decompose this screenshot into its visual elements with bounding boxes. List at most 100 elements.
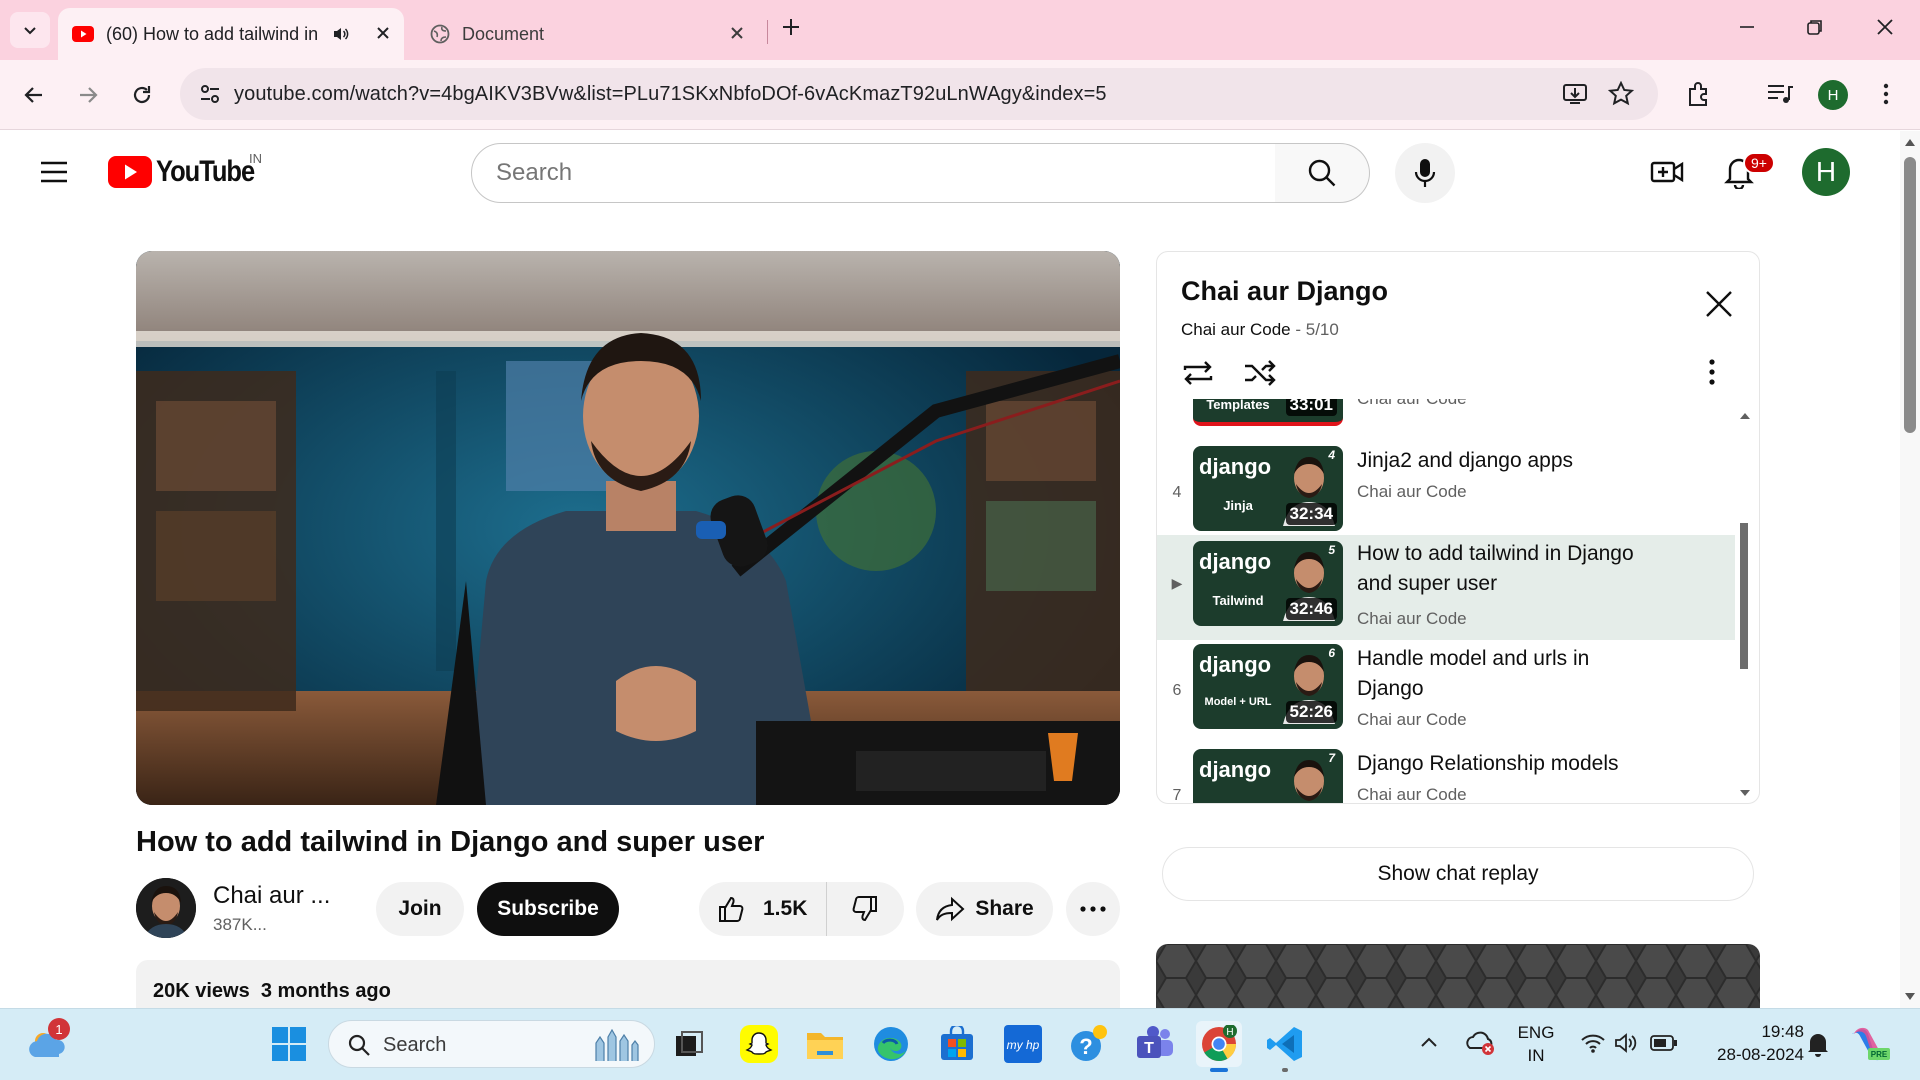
subscriber-count: 387K... [213,915,267,934]
install-app-icon[interactable] [1562,82,1588,106]
hamburger-menu-icon[interactable] [40,160,68,184]
item-index: 6 [1172,682,1182,699]
bookmark-star-icon[interactable] [1608,81,1634,107]
store-icon [941,1026,973,1060]
chrome-active-indicator [1210,1068,1228,1072]
minimize-icon[interactable] [1738,18,1756,36]
item-channel: Chai aur Code [1357,399,1467,409]
item-index: 4 [1172,484,1182,501]
show-hidden-icons-chevron-icon[interactable] [1420,1036,1438,1048]
language-indicator[interactable]: ENG [1516,1023,1556,1043]
channel-name[interactable]: Chai aur ... [213,882,330,910]
browser-menu-icon[interactable] [1876,82,1896,106]
url-text: youtube.com/watch?v=4bgAIKV3BVw&list=PLu… [234,83,1107,105]
restore-icon[interactable] [1806,18,1824,36]
close-window-icon[interactable] [1876,18,1894,36]
playlist-item[interactable]: 4 django Jinja 4 32:34 Jinja2 and django… [1157,442,1735,547]
close-playlist-icon[interactable] [1704,289,1734,319]
new-tab-icon[interactable] [780,16,802,38]
vscode-app[interactable] [1262,1021,1308,1067]
microsoft-store-app[interactable] [934,1021,980,1067]
speaker-icon[interactable] [332,25,350,43]
close-tab-icon[interactable] [730,26,744,40]
extensions-icon[interactable] [1686,81,1712,107]
clock-date[interactable]: 28-08-2024 [1692,1045,1804,1065]
more-actions-button[interactable] [1066,882,1120,936]
subscribe-button[interactable]: Subscribe [477,882,619,936]
account-avatar[interactable]: H [1802,148,1850,196]
scroll-up-arrow-icon[interactable] [1905,139,1915,146]
create-video-icon[interactable] [1650,157,1684,187]
scroll-down-arrow-icon[interactable] [1905,993,1915,1000]
teams-app[interactable]: T [1132,1021,1178,1067]
tab-youtube[interactable]: (60) How to add tailwind in [58,8,404,60]
loop-icon[interactable] [1181,358,1215,388]
item-title: How to add tailwind in Django and super … [1357,542,1634,595]
dislike-button[interactable] [827,882,903,936]
item-title: Django Relationship models [1357,752,1619,775]
join-button[interactable]: Join [376,882,464,936]
file-explorer-app[interactable] [802,1021,848,1067]
playlist-item[interactable]: Templates 33:01 Chai aur Code [1157,399,1735,442]
close-tab-icon[interactable] [376,26,390,40]
voice-search-button[interactable] [1395,143,1455,203]
notifications-icon[interactable] [1806,1031,1830,1057]
task-view-button[interactable] [666,1021,712,1067]
edge-app[interactable] [868,1021,914,1067]
region-indicator[interactable]: IN [1516,1046,1556,1066]
video-duration: 52:26 [1285,701,1337,723]
start-button[interactable] [266,1021,312,1067]
playlist-channel[interactable]: Chai aur Code [1181,320,1291,339]
share-button[interactable]: Share [916,882,1053,936]
site-info-icon[interactable] [198,82,222,106]
playlist-title[interactable]: Chai aur Django [1181,276,1388,307]
playlist-item[interactable]: 7 django 7 Django Relationship models Ch… [1157,745,1735,803]
shuffle-icon[interactable] [1243,358,1277,388]
back-icon[interactable] [22,83,46,107]
country-code: IN [249,151,262,166]
video-player[interactable] [136,251,1120,805]
tab-document[interactable]: Document [418,8,758,60]
volume-icon[interactable] [1614,1032,1638,1054]
globe-icon [430,24,450,44]
scroll-up-arrow-icon[interactable] [1739,412,1751,420]
playlist-item-current[interactable]: ▶ django Tailwind 5 32:46 How to add tai… [1157,535,1735,640]
search-button[interactable] [1275,143,1370,203]
edge-icon [874,1027,908,1061]
thumbnail-topic: Tailwind [1212,593,1264,608]
address-bar[interactable]: youtube.com/watch?v=4bgAIKV3BVw&list=PLu… [180,68,1658,120]
channel-avatar[interactable] [136,878,196,938]
playlist-thumbnail: django 7 [1193,749,1343,803]
like-button[interactable]: 1.5K [699,882,827,936]
battery-icon[interactable] [1650,1034,1678,1052]
reload-icon[interactable] [130,83,154,107]
taskbar-search[interactable]: Search [328,1020,655,1068]
chrome-app[interactable]: H [1196,1021,1242,1067]
teams-icon: T [1137,1026,1173,1058]
wifi-icon[interactable] [1580,1032,1606,1054]
page-scrollbar-thumb[interactable] [1904,157,1916,433]
youtube-logo[interactable]: YouTube [108,155,271,189]
search-box[interactable] [471,143,1276,203]
copilot-icon[interactable]: PRE [1850,1026,1890,1062]
forward-icon[interactable] [76,83,100,107]
playlist-scrollbar-thumb[interactable] [1740,523,1748,669]
snapchat-app[interactable] [736,1021,782,1067]
scroll-down-arrow-icon[interactable] [1739,789,1751,797]
myhp-app[interactable]: my hp [1000,1021,1046,1067]
browser-profile-avatar[interactable]: H [1818,80,1848,110]
onedrive-error-icon[interactable] [1466,1030,1496,1056]
search-input[interactable] [496,157,1236,189]
page-scrollbar[interactable] [1900,131,1920,1009]
get-help-app[interactable]: ? [1066,1021,1112,1067]
playlist-more-icon[interactable] [1708,358,1716,386]
thumbnail-topic: Jinja [1223,498,1253,513]
vscode-running-indicator [1282,1068,1288,1072]
show-chat-replay-button[interactable]: Show chat replay [1162,847,1754,901]
clock-time[interactable]: 19:48 [1692,1022,1804,1042]
item-channel: Chai aur Code [1357,482,1467,501]
media-controls-icon[interactable] [1766,81,1794,107]
tab-search-button[interactable] [10,12,50,48]
playlist-item[interactable]: 6 django Model + URL 6 52:26 Handle mode… [1157,640,1735,745]
search-highlight-icon [595,1029,639,1061]
